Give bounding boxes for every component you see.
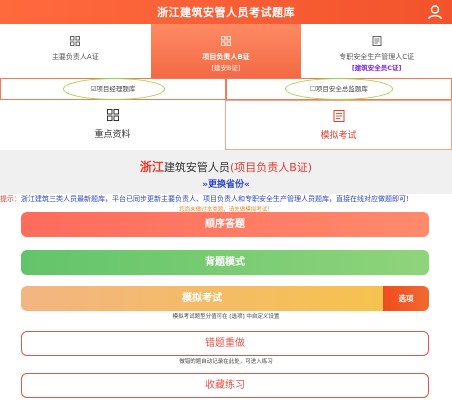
tip-prefix: 提示： (0, 195, 21, 203)
document-icon (372, 36, 382, 46)
mistakes-note: 做错的题自动记录在此处，可进入练习 (179, 359, 273, 365)
grid-icon (221, 36, 231, 46)
sequential-practice-button[interactable]: 顺序答题 (21, 212, 429, 237)
tab-cert-c-sublabel: [建筑安全员C证] (351, 64, 402, 72)
tab-key-materials[interactable]: 重点资料 (0, 100, 225, 150)
tab-safety-director-bank[interactable]: ☐项目安全总监题库 (226, 78, 452, 100)
app-title: 浙江建筑安管人员考试题库 (157, 6, 295, 19)
highlight-ring (63, 78, 165, 100)
tab-project-manager-bank[interactable]: ☑项目经理题库 (0, 78, 226, 100)
document-icon (333, 110, 344, 122)
exam-options-button[interactable]: 选项 (383, 286, 429, 311)
province-banner: 浙江建筑安管人员(项目负责人B证) »更换省份« (0, 150, 452, 194)
tab-cert-a-label: 主要负责人A证 (51, 53, 99, 61)
tab-mock-exam-label: 模拟考试 (320, 131, 357, 141)
retry-mistakes-button[interactable]: 错题重做 (21, 331, 429, 356)
tab-cert-c[interactable]: 专职安全生产管理人C证 [建筑安全员C证] (301, 24, 452, 78)
banner-prefix: 建筑安管人员 (163, 161, 230, 174)
mode-tabs: 重点资料 模拟考试 (0, 100, 452, 150)
exam-note: 模拟考试题型分值可在 [选项] 中自定义设置 (172, 314, 280, 320)
mock-exam-button[interactable]: 模拟考试 (21, 286, 383, 311)
tab-mock-exam[interactable]: 模拟考试 (225, 100, 452, 150)
tab-cert-a[interactable]: 主要负责人A证 (0, 24, 151, 78)
tab-cert-b[interactable]: 项目负责人B证 [建安B证] (150, 24, 302, 78)
favorites-practice-button[interactable]: 收藏练习 (21, 373, 429, 398)
top-bar: 浙江建筑安管人员考试题库 (0, 0, 452, 24)
tab-cert-b-label: 项目负责人B证 (202, 53, 250, 61)
question-bank-tabs: ☑项目经理题库 ☐项目安全总监题库 (0, 78, 452, 100)
banner-role: (项目负责人B证) (229, 161, 313, 174)
banner-title: 浙江建筑安管人员(项目负责人B证) (0, 158, 452, 175)
tab-key-materials-label: 重点资料 (94, 130, 131, 140)
grid-icon (106, 109, 119, 121)
user-icon[interactable] (427, 4, 443, 20)
tip-text: 提示：浙江建筑三类人员最新题库，平台已同步更新主要负责人、项目负责人和专职安全生… (0, 194, 452, 205)
certificate-tabs: 主要负责人A证 项目负责人B证 [建安B证] 专职安全生产管理人C证 [建筑安全… (0, 24, 452, 78)
change-province-link[interactable]: »更换省份« (0, 177, 452, 190)
province-name: 浙江 (139, 160, 164, 174)
tip-body: 浙江建筑三类人员最新题库，平台已同步更新主要负责人、项目负责人和专职安全生产管理… (21, 195, 409, 203)
tab-cert-b-sublabel: [建安B证] (211, 64, 241, 72)
grid-icon (70, 36, 81, 46)
tab-cert-c-label: 专职安全生产管理人C证 (339, 53, 415, 61)
memorize-mode-button[interactable]: 背题模式 (21, 250, 429, 275)
highlight-ring (285, 78, 393, 100)
